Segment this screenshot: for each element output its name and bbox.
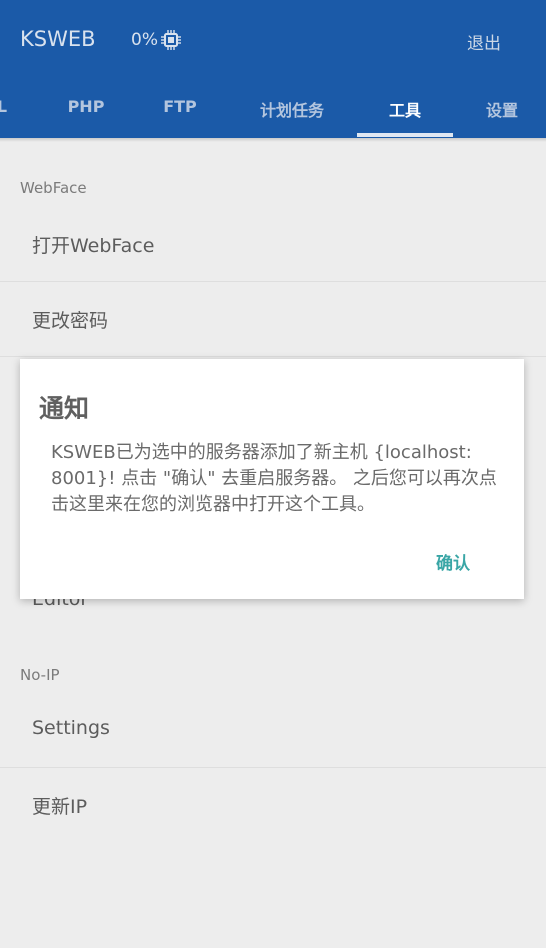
tab-php[interactable]: PHP [68, 97, 105, 116]
appbar-shadow [0, 138, 546, 142]
active-tab-indicator [357, 133, 453, 137]
exit-button[interactable]: 退出 [467, 29, 501, 54]
dialog-message: KSWEB已为选中的服务器添加了新主机 {localhost: 8001}! 点… [51, 442, 497, 515]
list-item-noip-settings[interactable]: Settings [0, 693, 546, 768]
cpu-chip-icon [160, 29, 182, 51]
tab-bar: L PHP FTP 计划任务 工具 设置 [0, 80, 546, 138]
list-item-open-webface[interactable]: 打开WebFace [0, 207, 546, 282]
list-item-change-password[interactable]: 更改密码 [0, 282, 546, 357]
app-title: KSWEB [20, 27, 96, 51]
tab-settings[interactable]: 设置 [486, 97, 518, 121]
section-header-noip: No-IP [20, 666, 60, 684]
list-item-update-ip[interactable]: 更新IP [0, 768, 546, 842]
cpu-usage-indicator: 0% [131, 29, 182, 51]
section-header-webface: WebFace [20, 179, 87, 197]
notification-dialog: 通知 KSWEB已为选中的服务器添加了新主机 {localhost: 8001}… [20, 359, 524, 599]
tab-scheduled-tasks[interactable]: 计划任务 [260, 97, 324, 121]
tab-ftp[interactable]: FTP [163, 97, 197, 116]
confirm-button[interactable]: 确认 [432, 547, 474, 576]
cpu-usage-text: 0% [131, 30, 158, 50]
list-item-label: 打开WebFace [32, 235, 155, 257]
tab-tools[interactable]: 工具 [389, 97, 421, 121]
list-item-label: 更改密码 [32, 310, 109, 332]
list-item-label: Settings [32, 717, 110, 739]
list-item-label: 更新IP [32, 796, 88, 818]
app-bar: KSWEB 0% 退出 L PHP FTP 计划任务 工具 设置 [0, 0, 546, 138]
dialog-title: 通知 [39, 394, 90, 423]
tab-mysql[interactable]: L [0, 97, 7, 116]
